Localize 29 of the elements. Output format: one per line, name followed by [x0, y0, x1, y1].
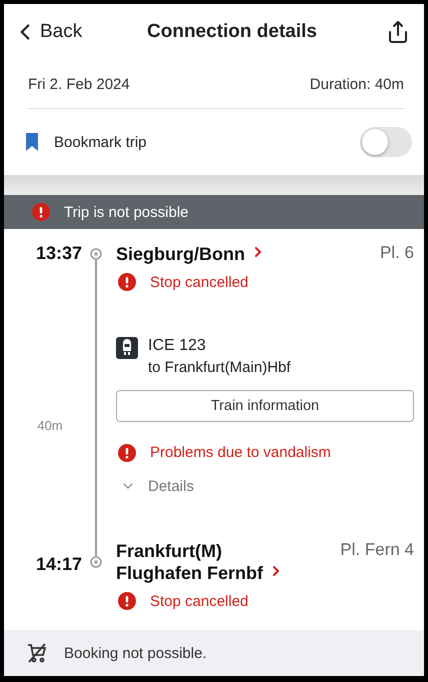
bookmark-toggle[interactable] — [360, 127, 412, 157]
alert-icon — [118, 444, 136, 462]
train-destination: to Frankfurt(Main)Hbf — [148, 358, 291, 376]
screen-title: Connection details — [146, 21, 318, 43]
arrival-time: 14:17 — [36, 554, 82, 576]
notice-text: Stop cancelled — [150, 592, 248, 610]
departure-time: 13:37 — [36, 243, 82, 264]
segment-duration: 40m — [37, 418, 63, 433]
cart-crossed-icon — [26, 642, 48, 664]
bookmark-label: Bookmark trip — [54, 134, 147, 150]
trip-date: Fri 2. Feb 2024 — [28, 76, 130, 92]
train-name: ICE 123 — [148, 336, 207, 355]
platform-label: Pl. 6 — [380, 243, 414, 263]
train-icon — [116, 336, 138, 359]
alert-icon — [118, 592, 136, 610]
banner-text: Trip is not possible — [64, 204, 188, 220]
station-link[interactable]: Siegburg/Bonn — [116, 243, 266, 265]
details-toggle[interactable]: Details — [120, 478, 194, 495]
footer-text: Booking not possible. — [64, 644, 207, 662]
bookmark-icon — [26, 133, 38, 151]
alert-icon — [118, 273, 136, 291]
platform-label: Pl. Fern 4 — [340, 540, 414, 560]
station-link[interactable]: Frankfurt(M) Flughafen Fernbf — [116, 540, 284, 584]
notice-text: Problems due to vandalism — [150, 444, 331, 462]
trip-duration: Duration: 40m — [310, 76, 404, 92]
notice-text: Stop cancelled — [150, 274, 248, 290]
alert-icon — [32, 203, 50, 221]
train-information-button[interactable]: Train information — [116, 390, 414, 422]
back-link[interactable]: Back — [12, 19, 112, 45]
